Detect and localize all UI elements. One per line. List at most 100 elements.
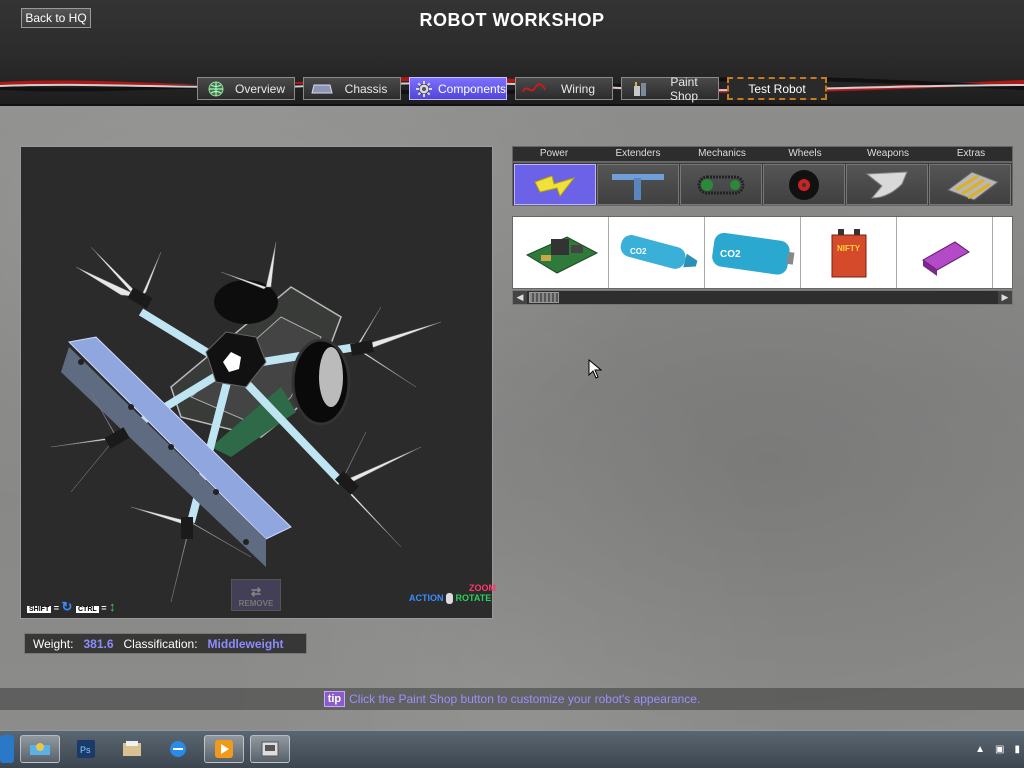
category-buttons [512, 162, 1013, 206]
shift-equals: = [53, 603, 60, 613]
tray-expand-icon[interactable]: ▲ [975, 744, 985, 755]
test-robot-button[interactable]: Test Robot [727, 77, 827, 100]
nifty-battery-label: NIFTY [837, 244, 861, 253]
ctrl-move-hint: CTRL = ↕ [76, 599, 115, 614]
tab-overview-label: Overview [234, 81, 285, 96]
ctrl-key-icon: CTRL [76, 606, 99, 613]
start-button[interactable] [0, 735, 14, 763]
item-co2-tank[interactable]: CO2 [705, 217, 801, 288]
item-nifty-battery[interactable]: NIFTY [801, 217, 897, 288]
media-player-icon [215, 740, 233, 758]
item-purple-battery[interactable] [897, 217, 993, 288]
scroll-right-arrow-icon[interactable]: ▶ [998, 291, 1012, 304]
photoshop-icon: Ps [77, 740, 95, 758]
category-mechanics-button[interactable] [680, 164, 762, 205]
items-scrollbar[interactable]: ◀ ▶ [512, 290, 1013, 305]
paint-can-icon [628, 80, 652, 98]
wire-icon [522, 80, 546, 98]
purple-battery-icon [921, 240, 970, 276]
action-label: ACTION [409, 593, 444, 603]
item-partial[interactable] [993, 217, 1013, 288]
partial-item-icon [998, 233, 1013, 273]
mouse-pointer-icon [588, 359, 602, 379]
windows-taskbar: Ps ▲ ▣ ▮ [0, 730, 1024, 768]
scrollbar-thumb[interactable] [529, 292, 559, 303]
taskbar-browser[interactable] [158, 735, 198, 763]
taskbar-game-app[interactable] [250, 735, 290, 763]
tab-chassis[interactable]: Chassis [303, 77, 401, 100]
rotate-label: ROTATE [455, 593, 492, 603]
chain-gear-icon [697, 175, 745, 194]
remove-button[interactable]: ⇄ REMOVE [231, 579, 281, 611]
signal-icon[interactable]: ▮ [1014, 744, 1020, 755]
tab-overview[interactable]: Overview [197, 77, 295, 100]
category-wheels-button[interactable] [763, 164, 845, 205]
header-bar: Back to HQ ROBOT WORKSHOP Overview Chass… [0, 0, 1024, 106]
co2-canister-label: CO2 [630, 247, 647, 256]
tip-bar: tip Click the Paint Shop button to custo… [0, 688, 1024, 710]
taskbar-files[interactable] [112, 735, 152, 763]
weight-value: 381.6 [83, 636, 114, 651]
tab-wiring-label: Wiring [560, 81, 595, 96]
co2-tank-label: CO2 [720, 249, 741, 260]
circuit-board-icon [525, 235, 598, 274]
tip-badge: tip [323, 691, 346, 707]
co2-canister-icon: CO2 [620, 234, 697, 269]
mouse-controls-hint: ACTION ROTATE [409, 593, 492, 605]
weight-label: Weight: [33, 636, 74, 651]
mouse-icon [446, 593, 454, 605]
scroll-left-arrow-icon[interactable]: ◀ [513, 291, 527, 304]
item-co2-canister[interactable]: CO2 [609, 217, 705, 288]
gear-icon [416, 80, 432, 98]
robot-model-render [50, 241, 442, 603]
category-header: Power Extenders Mechanics Wheels Weapons… [512, 146, 1013, 162]
zoom-hint: ZOOM [469, 583, 496, 593]
blade-icon [865, 170, 908, 199]
shift-rotate-hint: SHIFT = ↻ [27, 599, 72, 615]
zoom-label: ZOOM [469, 583, 496, 593]
tab-paint-shop[interactable]: Paint Shop [621, 74, 719, 103]
shift-key-icon: SHIFT [27, 606, 52, 613]
vertical-arrows-icon: ↕ [108, 599, 116, 614]
t-bar-icon [612, 173, 664, 200]
taskbar-media-player[interactable] [204, 735, 244, 763]
tab-components-label: Components [438, 81, 507, 96]
category-weapons-button[interactable] [846, 164, 928, 205]
tab-wiring[interactable]: Wiring [515, 77, 613, 100]
category-label-weapons: Weapons [866, 148, 910, 159]
remove-arrow-icon: ⇄ [250, 585, 262, 599]
files-app-icon [123, 741, 141, 756]
tab-paint-shop-label: Paint Shop [669, 74, 699, 103]
co2-tank-icon: CO2 [711, 232, 794, 275]
browser-icon [170, 741, 186, 757]
classification-value: Middleweight [207, 636, 284, 651]
globe-icon [204, 80, 228, 98]
tip-text: Click the Paint Shop button to customize… [349, 692, 701, 706]
category-extenders-button[interactable] [597, 164, 679, 205]
category-power-button[interactable] [514, 164, 596, 205]
category-extras-button[interactable] [929, 164, 1011, 205]
robot-3d-viewport[interactable]: SHIFT = ↻ CTRL = ↕ ⇄ REMOVE ZOOM ACTION … [20, 146, 496, 619]
nifty-battery-icon: NIFTY [831, 228, 866, 277]
category-label-extenders: Extenders [615, 148, 661, 159]
taskbar-photoshop[interactable]: Ps [66, 735, 106, 763]
svg-text:Ps: Ps [80, 745, 91, 755]
item-circuit-board[interactable] [513, 217, 609, 288]
category-label-mechanics: Mechanics [698, 148, 746, 159]
component-items-list: CO2 CO2 NIFTY [512, 216, 1013, 289]
wheel-icon [789, 169, 819, 200]
chassis-icon [310, 80, 334, 98]
category-label-power: Power [539, 148, 569, 159]
game-app-icon [261, 741, 279, 757]
tray-device-icon[interactable]: ▣ [995, 744, 1004, 755]
tab-chassis-label: Chassis [344, 81, 388, 96]
page-title: ROBOT WORKSHOP [419, 10, 605, 30]
robot-stats: Weight: 381.6 Classification: Middleweig… [24, 633, 307, 654]
rotate-icon: ↻ [61, 599, 73, 614]
category-label-wheels: Wheels [788, 148, 822, 159]
plate-icon [946, 170, 1000, 201]
remove-label: REMOVE [238, 599, 274, 608]
tab-components[interactable]: Components [409, 77, 507, 100]
ctrl-equals: = [101, 603, 107, 613]
taskbar-network-app[interactable] [20, 735, 60, 763]
